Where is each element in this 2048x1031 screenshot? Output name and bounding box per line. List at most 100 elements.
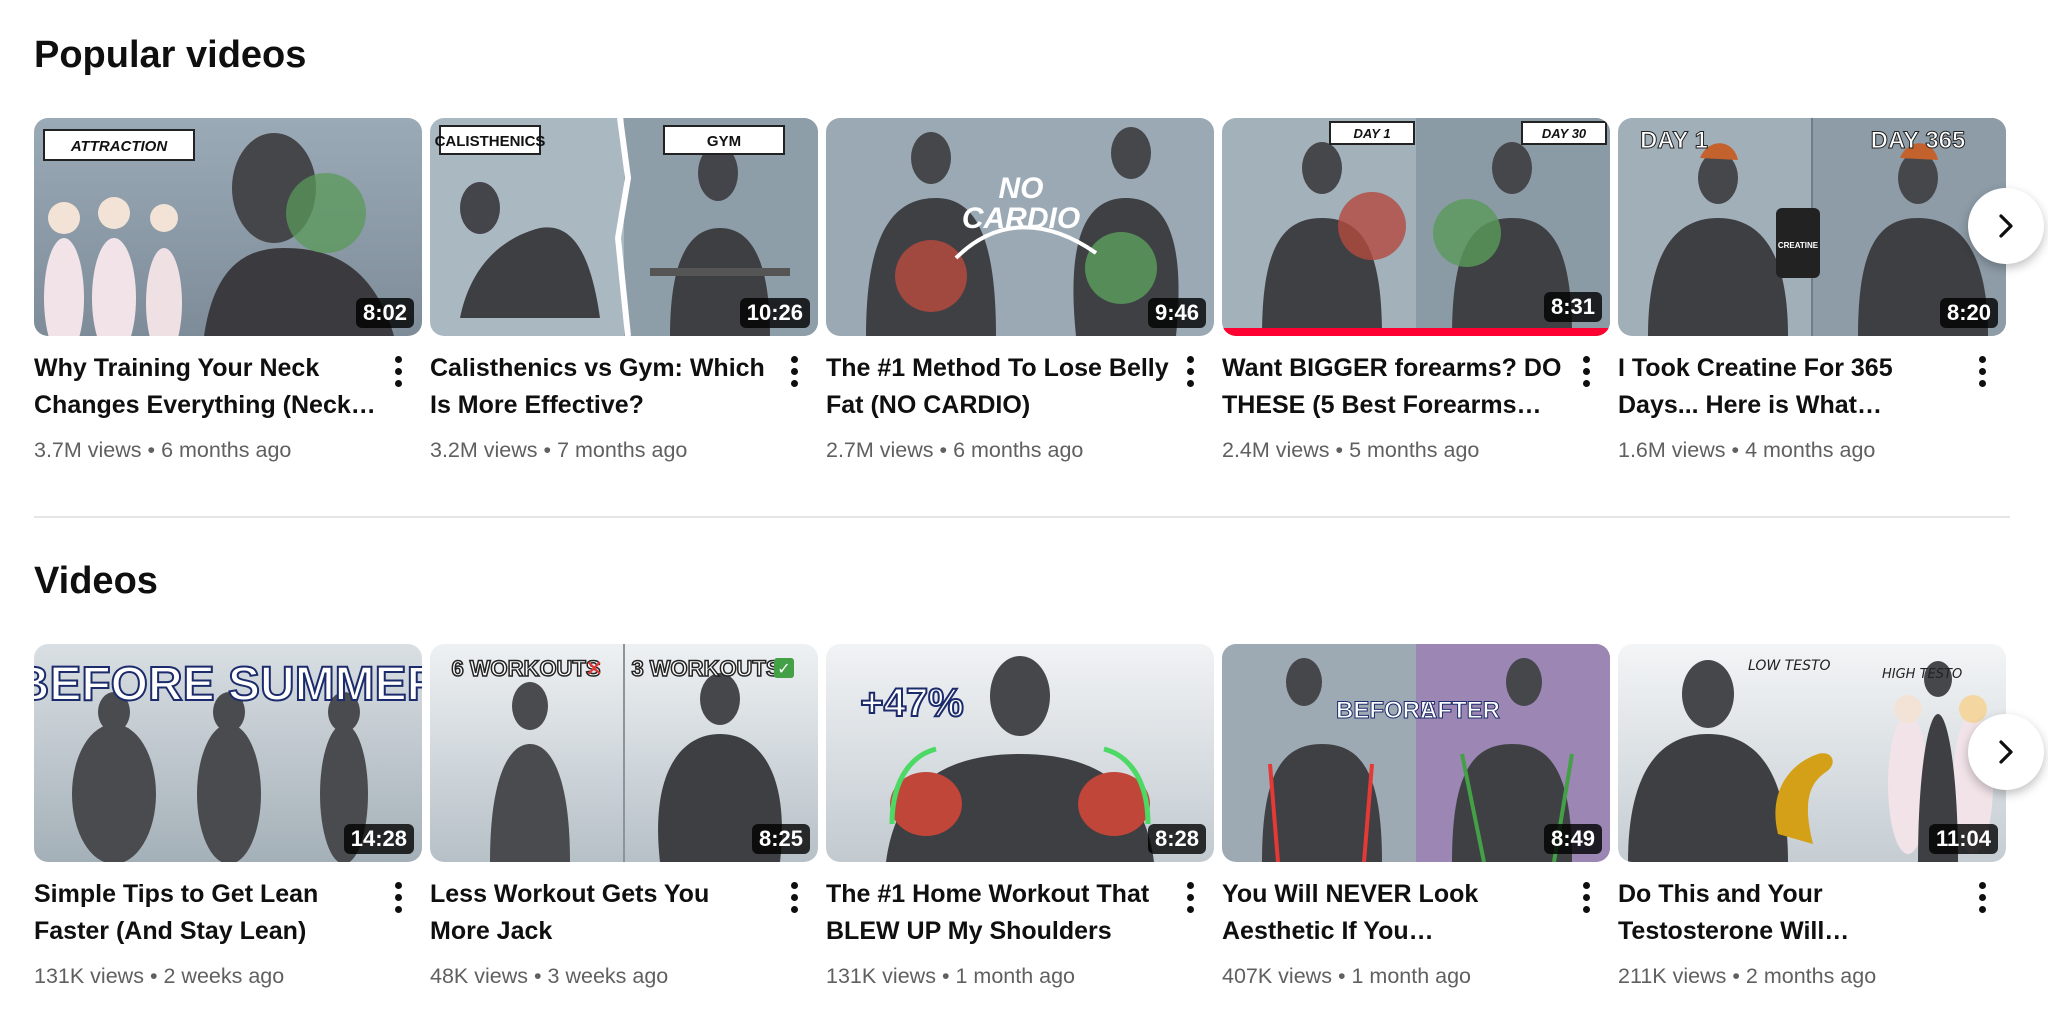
video-card: CALISTHENICS GYM 10:26 Calisthenics vs G…	[430, 118, 818, 464]
shelf-next-button[interactable]	[1968, 714, 2044, 790]
thumbnail-text: CARDIO	[962, 202, 1080, 235]
view-count: 2.4M views	[1222, 438, 1330, 462]
video-stats: 2.4M views • 5 months ago	[1222, 438, 1480, 462]
view-count: 1.6M views	[1618, 438, 1726, 462]
duration-badge: 8:49	[1543, 823, 1602, 854]
upload-age: 6 months ago	[161, 438, 292, 462]
more-vert-icon[interactable]	[386, 878, 410, 916]
duration-badge: 10:26	[739, 297, 810, 328]
thumbnail-text: GYM	[707, 133, 741, 150]
view-count: 2.7M views	[826, 438, 934, 462]
video-thumbnail[interactable]: NO CARDIO 9:46	[826, 118, 1214, 336]
video-thumbnail[interactable]: +47% 8:28	[826, 644, 1214, 862]
thumbnail-text: +47%	[860, 681, 963, 725]
video-card: 6 WORKOUTS ✕ 3 WORKOUTS ✓ 8:25 Less Work…	[430, 644, 818, 990]
video-title[interactable]: You Will NEVER Look Aesthetic If You Ign…	[1222, 876, 1566, 950]
video-stats: 1.6M views • 4 months ago	[1618, 438, 1876, 462]
view-count: 131K views	[826, 964, 936, 988]
thumbnail-text: LOW TESTO	[1748, 658, 1831, 674]
thumbnail-text: DAY 365	[1871, 127, 1966, 154]
upload-age: 3 weeks ago	[547, 964, 669, 988]
view-count: 48K views	[430, 964, 528, 988]
video-thumbnail[interactable]: 6 WORKOUTS ✕ 3 WORKOUTS ✓ 8:25	[430, 644, 818, 862]
upload-age: 2 weeks ago	[163, 964, 285, 988]
upload-age: 1 month ago	[1351, 964, 1472, 988]
thumbnail-text: DAY 1	[1353, 126, 1390, 141]
thumbnail-text: ATTRACTION	[70, 138, 169, 155]
video-title[interactable]: Do This and Your Testosterone Will…	[1618, 876, 1962, 950]
thumbnail-text: CALISTHENICS	[435, 133, 546, 150]
more-vert-icon[interactable]	[782, 352, 806, 390]
duration-badge: 8:20	[1939, 297, 1998, 328]
more-vert-icon[interactable]	[1178, 878, 1202, 916]
thumbnail-text: NO	[999, 172, 1044, 205]
video-title[interactable]: Calisthenics vs Gym: Which Is More Effec…	[430, 350, 774, 424]
video-thumbnail[interactable]: CREATINE DAY 1 DAY 365 8:20	[1618, 118, 2006, 336]
duration-badge: 8:31	[1543, 291, 1602, 322]
upload-age: 4 months ago	[1745, 438, 1876, 462]
thumbnail-text: 3 WORKOUTS	[631, 656, 780, 681]
thumbnail-text: AFTER	[1420, 697, 1500, 724]
video-stats: 2.7M views • 6 months ago	[826, 438, 1084, 462]
video-stats: 407K views • 1 month ago	[1222, 964, 1472, 988]
chevron-right-icon	[1999, 740, 2013, 764]
thumbnail-text: DAY 1	[1640, 127, 1708, 154]
video-card: NO CARDIO 9:46 The #1 Method To Lose Bel…	[826, 118, 1214, 464]
video-stats: 131K views • 1 month ago	[826, 964, 1076, 988]
video-title[interactable]: I Took Creatine For 365 Days... Here is …	[1618, 350, 1962, 424]
view-count: 211K views	[1618, 964, 1727, 988]
cross-icon: ✕	[585, 657, 603, 682]
more-vert-icon[interactable]	[1574, 352, 1598, 390]
view-count: 3.2M views	[430, 438, 538, 462]
upload-age: 1 month ago	[955, 964, 1076, 988]
duration-badge: 8:25	[751, 823, 810, 854]
more-vert-icon[interactable]	[1970, 878, 1994, 916]
duration-badge: 11:04	[1928, 823, 1998, 854]
more-vert-icon[interactable]	[386, 352, 410, 390]
video-thumbnail[interactable]: LOW TESTO HIGH TESTO 11:04	[1618, 644, 2006, 862]
video-stats: 48K views • 3 weeks ago	[430, 964, 669, 988]
view-count: 407K views	[1222, 964, 1332, 988]
video-thumbnail[interactable]: BEFORE SUMMER 14:28	[34, 644, 422, 862]
thumbnail-text: 6 WORKOUTS	[451, 656, 600, 681]
video-card: BEFORE AFTER 8:49 You Will NEVER Look Ae…	[1222, 644, 1610, 990]
video-thumbnail[interactable]: ATTRACTION 8:02	[34, 118, 422, 336]
thumbnail-text: DAY 30	[1542, 126, 1587, 141]
video-title[interactable]: Why Training Your Neck Changes Everythin…	[34, 350, 378, 424]
upload-age: 6 months ago	[953, 438, 1084, 462]
thumbnail-text: CREATINE	[1778, 241, 1819, 250]
video-card: LOW TESTO HIGH TESTO 11:04 Do This and Y…	[1618, 644, 2006, 990]
more-vert-icon[interactable]	[1178, 352, 1202, 390]
videos-shelf: BEFORE SUMMER 14:28 Simple Tips to Get L…	[34, 644, 2044, 1004]
video-card: BEFORE SUMMER 14:28 Simple Tips to Get L…	[34, 644, 422, 990]
video-stats: 211K views • 2 months ago	[1618, 964, 1877, 988]
more-vert-icon[interactable]	[782, 878, 806, 916]
video-thumbnail[interactable]: CALISTHENICS GYM 10:26	[430, 118, 818, 336]
duration-badge: 14:28	[343, 823, 414, 854]
popular-videos-shelf: ATTRACTION 8:02 Why Training Your Neck C…	[34, 118, 2044, 478]
upload-age: 2 months ago	[1745, 964, 1877, 988]
check-icon: ✓	[777, 659, 790, 678]
thumbnail-text: BEFORE SUMMER	[34, 658, 422, 711]
video-stats: 131K views • 2 weeks ago	[34, 964, 285, 988]
video-title[interactable]: Want BIGGER forearms? DO THESE (5 Best F…	[1222, 350, 1566, 424]
video-title[interactable]: Less Workout Gets You More Jack	[430, 876, 774, 950]
video-card: CREATINE DAY 1 DAY 365 8:20 I Took Creat…	[1618, 118, 2006, 464]
video-card: +47% 8:28 The #1 Home Workout That BLEW …	[826, 644, 1214, 990]
video-thumbnail[interactable]: BEFORE AFTER 8:49	[1222, 644, 1610, 862]
shelf-next-button[interactable]	[1968, 188, 2044, 264]
video-title[interactable]: The #1 Home Workout That BLEW UP My Shou…	[826, 876, 1170, 950]
more-vert-icon[interactable]	[1574, 878, 1598, 916]
duration-badge: 9:46	[1147, 297, 1206, 328]
duration-badge: 8:28	[1147, 823, 1206, 854]
chevron-right-icon	[1999, 214, 2013, 238]
video-thumbnail[interactable]: DAY 1 DAY 30 8:31	[1222, 118, 1610, 336]
upload-age: 5 months ago	[1349, 438, 1480, 462]
video-title[interactable]: The #1 Method To Lose Belly Fat (NO CARD…	[826, 350, 1170, 424]
upload-age: 7 months ago	[557, 438, 688, 462]
video-title[interactable]: Simple Tips to Get Lean Faster (And Stay…	[34, 876, 378, 950]
view-count: 3.7M views	[34, 438, 142, 462]
watch-progress-bar	[1222, 328, 1610, 336]
section-divider	[34, 516, 2010, 518]
more-vert-icon[interactable]	[1970, 352, 1994, 390]
